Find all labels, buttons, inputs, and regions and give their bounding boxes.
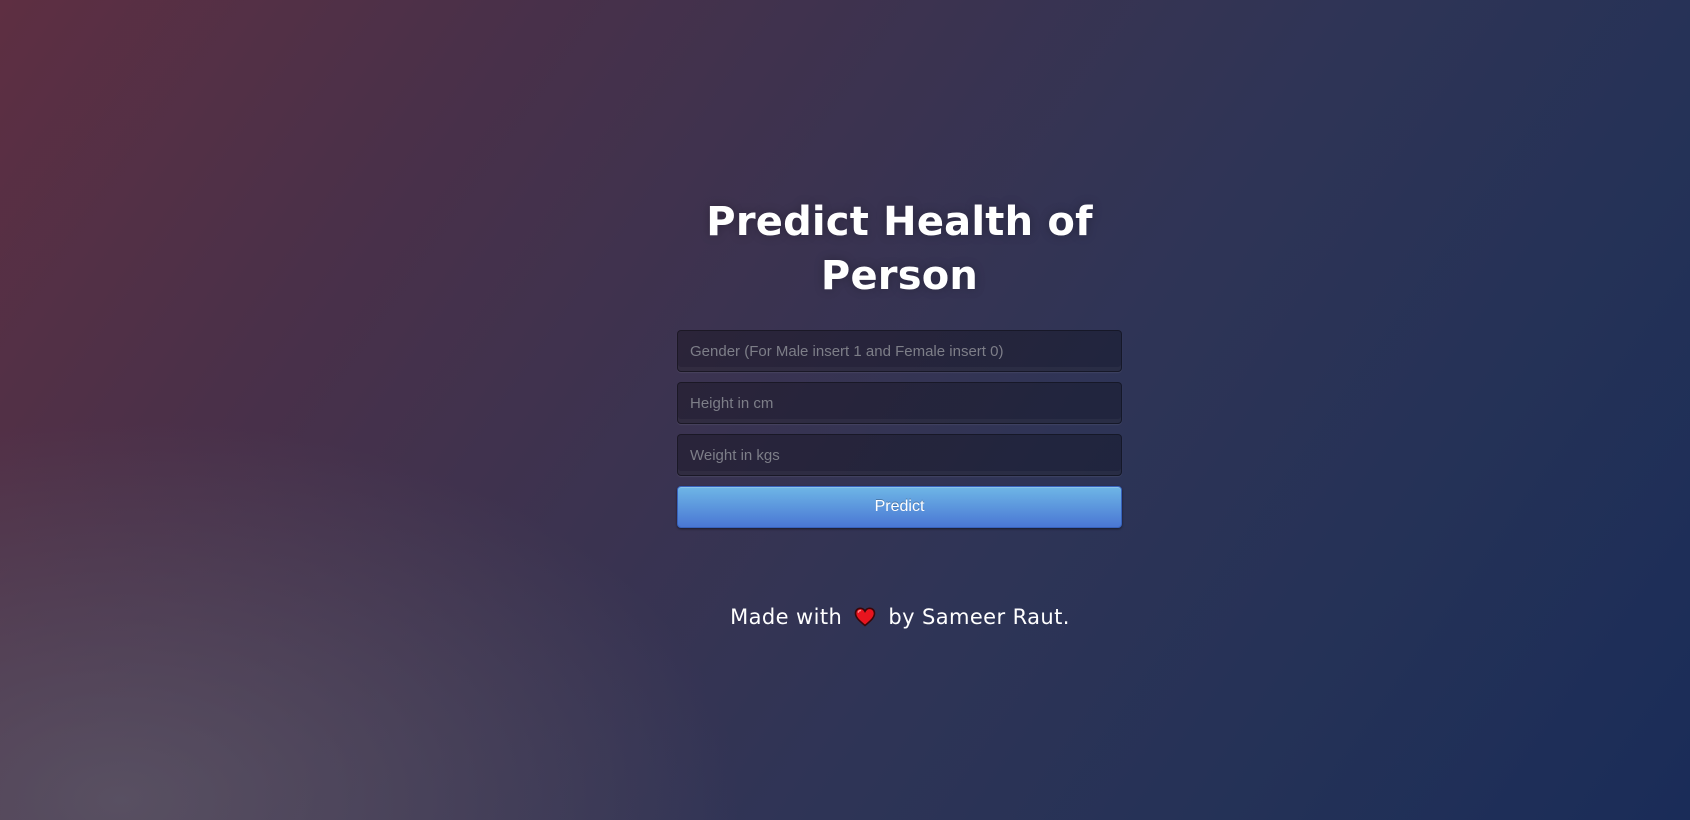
footer-prefix: Made with <box>730 605 843 629</box>
predict-form: Predict <box>677 330 1122 528</box>
page-title: Predict Health of Person <box>706 199 1093 299</box>
footer-suffix: by Sameer Raut. <box>888 605 1070 629</box>
gender-input[interactable] <box>677 330 1122 372</box>
predict-button[interactable]: Predict <box>677 486 1122 528</box>
heart-icon <box>854 603 876 637</box>
weight-input[interactable] <box>677 434 1122 476</box>
height-input[interactable] <box>677 382 1122 424</box>
footer-credit: Made with by Sameer Raut. <box>645 600 1155 637</box>
login-panel: Predict Health of Person Predict <box>677 195 1122 528</box>
